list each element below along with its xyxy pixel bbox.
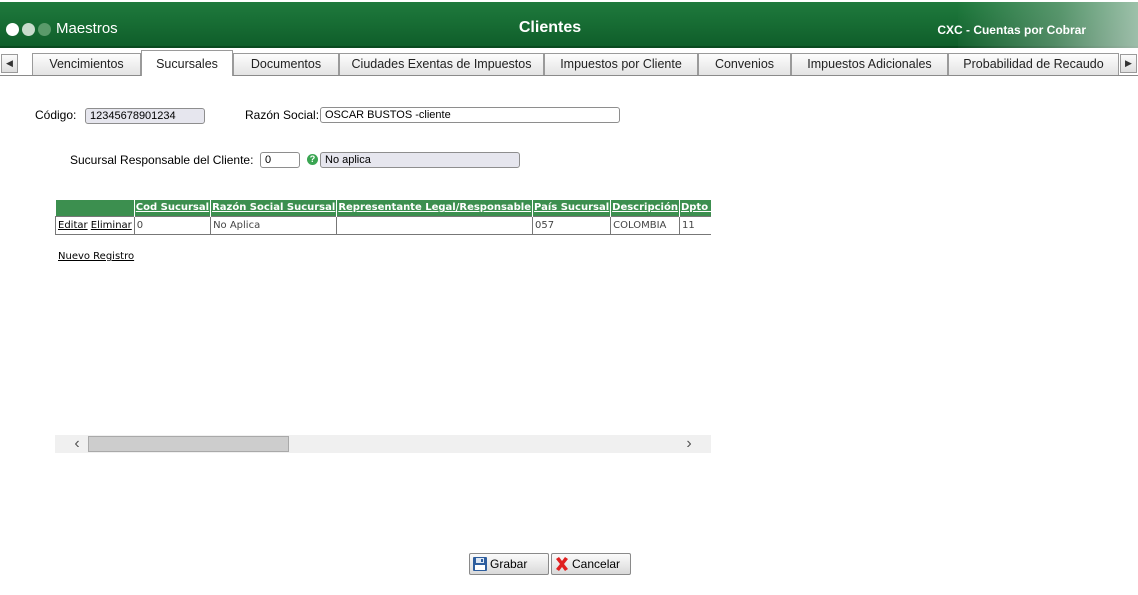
- sucursal-description-field: No aplica: [320, 152, 520, 168]
- grid-header-dpto[interactable]: Dpto Sucursal: [679, 200, 711, 216]
- grid-header-pais[interactable]: País Sucursal: [532, 200, 612, 216]
- grid-header-cod-sucursal[interactable]: Cod Sucursal: [134, 200, 212, 216]
- grid-header-representante[interactable]: Representante Legal/Responsable: [336, 200, 534, 216]
- tab-sucursales[interactable]: Sucursales: [141, 50, 233, 76]
- sucursal-code-input[interactable]: 0: [260, 152, 300, 168]
- edit-link[interactable]: Editar: [58, 220, 88, 231]
- tab-bar: ◀ Vencimientos Sucursales Documentos Ciu…: [0, 50, 1138, 76]
- tab-convenios[interactable]: Convenios: [698, 53, 791, 75]
- codigo-label: Código:: [35, 108, 77, 122]
- tab-impuestos-adicionales[interactable]: Impuestos Adicionales: [791, 53, 948, 75]
- module-name: CXC - Cuentas por Cobrar: [937, 23, 1086, 37]
- app-header: Maestros Clientes CXC - Cuentas por Cobr…: [0, 2, 1138, 48]
- grid-header-descripcion[interactable]: Descripción: [610, 200, 680, 216]
- floppy-disk-icon: [473, 557, 487, 571]
- grid-header-actions: [55, 200, 135, 216]
- delete-link[interactable]: Eliminar: [91, 220, 132, 231]
- codigo-field[interactable]: 12345678901234: [85, 108, 205, 124]
- save-button[interactable]: Grabar: [469, 553, 549, 575]
- scrollbar-thumb[interactable]: [88, 436, 289, 452]
- new-record-link[interactable]: Nuevo Registro: [58, 251, 134, 262]
- tab-scroll-left-icon[interactable]: ◀: [1, 54, 18, 73]
- cell-representante: [336, 215, 534, 235]
- cell-descripcion: COLOMBIA: [610, 215, 680, 235]
- cell-pais: 057: [532, 215, 612, 235]
- save-button-label: Grabar: [490, 557, 528, 571]
- tab-probabilidad-recaudo[interactable]: Probabilidad de Recaudo: [948, 53, 1119, 75]
- grid-horizontal-scrollbar[interactable]: ‹ ›: [55, 435, 711, 453]
- cell-cod-sucursal: 0: [133, 215, 212, 235]
- grid-header-row: Cod Sucursal Razón Social Sucursal Repre…: [55, 200, 711, 216]
- tab-ciudades-exentas[interactable]: Ciudades Exentas de Impuestos: [339, 53, 544, 75]
- cancel-button-label: Cancelar: [572, 557, 621, 571]
- cell-razon-social: No Aplica: [210, 215, 338, 235]
- cancel-button[interactable]: Cancelar: [551, 553, 631, 575]
- razon-social-label: Razón Social:: [245, 108, 320, 122]
- page-title: Clientes: [518, 19, 582, 36]
- razon-social-field[interactable]: OSCAR BUSTOS -cliente: [320, 107, 620, 123]
- scroll-left-icon[interactable]: ‹: [67, 435, 87, 453]
- grid-header-razon-social[interactable]: Razón Social Sucursal: [210, 200, 338, 216]
- help-icon[interactable]: ?: [307, 154, 318, 165]
- scroll-right-icon[interactable]: ›: [679, 435, 699, 453]
- tab-scroll-right-icon[interactable]: ▶: [1120, 54, 1137, 73]
- sucursal-responsable-label: Sucursal Responsable del Cliente:: [70, 153, 254, 167]
- table-row: Editar Eliminar 0 No Aplica 057 COLOMBIA…: [55, 215, 711, 235]
- tab-impuestos-cliente[interactable]: Impuestos por Cliente: [544, 53, 698, 75]
- red-x-icon: [556, 557, 568, 571]
- row-actions: Editar Eliminar: [55, 215, 135, 235]
- tab-vencimientos[interactable]: Vencimientos: [32, 53, 141, 75]
- sucursales-grid: Cod Sucursal Razón Social Sucursal Repre…: [55, 200, 711, 237]
- tab-documentos[interactable]: Documentos: [233, 53, 339, 75]
- cell-dpto: 11: [678, 215, 711, 235]
